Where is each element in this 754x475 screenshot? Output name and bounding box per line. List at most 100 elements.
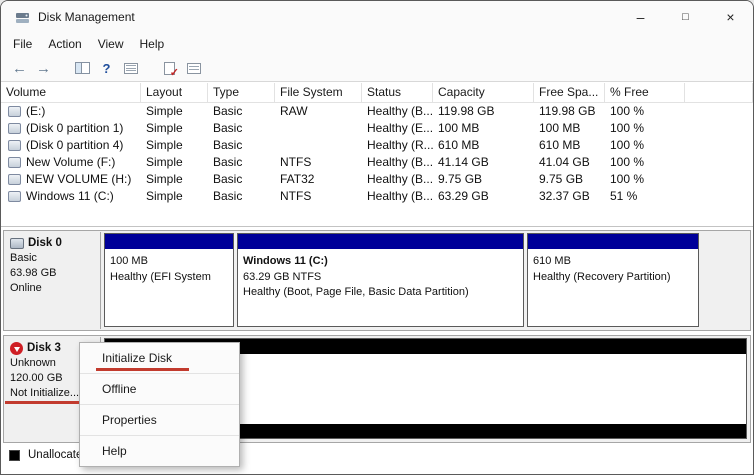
- cell-layout: Simple: [146, 121, 183, 135]
- cell-filler: [685, 171, 753, 188]
- volume-row[interactable]: NEW VOLUME (H:) Simple Basic FAT32 Healt…: [1, 171, 753, 188]
- cell-file-system: RAW: [280, 104, 308, 118]
- volume-row[interactable]: (E:) Simple Basic RAW Healthy (B... 119.…: [1, 103, 753, 120]
- disk3-name: Disk 3: [27, 342, 61, 354]
- column-header-pct-free[interactable]: % Free: [605, 83, 685, 102]
- unallocated-legend-swatch: [9, 449, 20, 461]
- menu-file[interactable]: File: [5, 35, 40, 53]
- cell-pct-free: 100 %: [610, 121, 645, 135]
- cell-layout: Simple: [146, 172, 183, 186]
- back-arrow-icon[interactable]: ←: [9, 58, 30, 79]
- partition-color-strip: [105, 234, 233, 249]
- cell-volume: (E:): [26, 104, 46, 118]
- volume-row[interactable]: (Disk 0 partition 4) Simple Basic Health…: [1, 137, 753, 154]
- volume-row[interactable]: Windows 11 (C:) Simple Basic NTFS Health…: [1, 188, 753, 205]
- window-title: Disk Management: [38, 10, 135, 24]
- menu-action[interactable]: Action: [40, 35, 89, 53]
- list-panel-glyph: [186, 62, 201, 74]
- cell-pct-free: 100 %: [610, 172, 645, 186]
- partition-size: 610 MB: [533, 255, 571, 267]
- cell-volume: (Disk 0 partition 4): [26, 138, 124, 152]
- volume-icon: [8, 123, 21, 134]
- cell-volume: New Volume (F:): [26, 155, 116, 169]
- cell-free-space: 32.37 GB: [539, 189, 590, 203]
- list-panel-icon[interactable]: [183, 58, 204, 79]
- context-item-offline[interactable]: Offline: [80, 374, 239, 404]
- cell-file-system: [275, 137, 362, 154]
- cell-filler: [685, 188, 753, 205]
- toolbar: ← → ? ✓: [1, 55, 753, 82]
- cell-layout: Simple: [146, 104, 183, 118]
- partition-status: Healthy (Recovery Partition): [533, 270, 671, 283]
- cell-type: Basic: [213, 104, 243, 118]
- close-button[interactable]: ×: [708, 1, 753, 33]
- export-list-icon[interactable]: [120, 58, 141, 79]
- disk0-graphic-row: Disk 0 Basic 63.98 GB Online 100 MB Heal…: [3, 230, 751, 331]
- help-icon[interactable]: ?: [96, 58, 117, 79]
- disk0-size: 63.98 GB: [10, 267, 57, 279]
- forward-arrow-icon[interactable]: →: [33, 58, 54, 79]
- context-item-help[interactable]: Help: [80, 436, 239, 466]
- partition-color-strip: [528, 234, 698, 249]
- column-header-file-system[interactable]: File System: [275, 83, 362, 102]
- cell-free-space: 41.04 GB: [539, 155, 590, 169]
- cell-status: Healthy (B...: [367, 104, 433, 118]
- partition-color-strip: [238, 234, 523, 249]
- doc-check-glyph: ✓: [164, 61, 179, 79]
- cell-capacity: 100 MB: [438, 121, 480, 135]
- cell-free-space: 610 MB: [539, 138, 581, 152]
- menu-help[interactable]: Help: [132, 35, 173, 53]
- console-tree-icon[interactable]: [72, 58, 93, 79]
- cell-filler: [685, 120, 753, 137]
- partition-size: 63.29 GB NTFS: [243, 270, 322, 283]
- volume-list-pane: Volume Layout Type File System Status Ca…: [1, 83, 753, 227]
- partition-size: 100 MB: [110, 255, 148, 267]
- window-controls: – □ ×: [618, 1, 753, 33]
- cell-type: Basic: [213, 155, 243, 169]
- volume-row[interactable]: New Volume (F:) Simple Basic NTFS Health…: [1, 154, 753, 171]
- cell-capacity: 119.98 GB: [438, 104, 495, 118]
- volume-icon: [8, 157, 21, 168]
- disk0-partitions: 100 MB Healthy (EFI System Windows 11 (C…: [104, 233, 747, 327]
- console-tree-glyph: [75, 62, 90, 74]
- column-header-layout[interactable]: Layout: [141, 83, 208, 102]
- context-item-properties[interactable]: Properties: [80, 405, 239, 435]
- context-menu: Initialize Disk Offline Properties Help: [79, 342, 240, 467]
- volume-icon: [8, 191, 21, 202]
- cell-status: Healthy (B...: [367, 189, 433, 203]
- disk0-kind: Basic: [10, 252, 37, 264]
- cell-layout: Simple: [146, 189, 183, 203]
- doc-check-icon[interactable]: ✓: [159, 58, 180, 79]
- column-header-status[interactable]: Status: [362, 83, 433, 102]
- disk0-header[interactable]: Disk 0 Basic 63.98 GB Online: [5, 232, 101, 329]
- app-icon[interactable]: [15, 10, 30, 25]
- column-header-type[interactable]: Type: [208, 83, 275, 102]
- annotation-underline-not-initialized: [5, 401, 79, 404]
- menu-view[interactable]: View: [90, 35, 132, 53]
- volume-icon: [8, 140, 21, 151]
- partition-efi[interactable]: 100 MB Healthy (EFI System: [104, 233, 234, 327]
- cell-status: Healthy (E...: [367, 121, 433, 135]
- cell-pct-free: 100 %: [610, 138, 645, 152]
- minimize-button[interactable]: –: [618, 1, 663, 33]
- cell-free-space: 100 MB: [539, 121, 581, 135]
- partition-recovery[interactable]: 610 MB Healthy (Recovery Partition): [527, 233, 699, 327]
- cell-capacity: 610 MB: [438, 138, 480, 152]
- volume-row[interactable]: (Disk 0 partition 1) Simple Basic Health…: [1, 120, 753, 137]
- maximize-button[interactable]: □: [663, 1, 708, 33]
- partition-windows-c[interactable]: Windows 11 (C:) 63.29 GB NTFS Healthy (B…: [237, 233, 524, 327]
- column-header-volume[interactable]: Volume: [1, 83, 141, 102]
- cell-pct-free: 100 %: [610, 155, 645, 169]
- disk-icon: [10, 238, 24, 249]
- disk0-status: Online: [10, 282, 42, 294]
- cell-status: Healthy (R...: [367, 138, 433, 152]
- menubar: File Action View Help: [1, 33, 753, 55]
- cell-status: Healthy (B...: [367, 172, 433, 186]
- disk-error-icon: [10, 342, 23, 355]
- column-header-capacity[interactable]: Capacity: [433, 83, 534, 102]
- column-header-free-space[interactable]: Free Spa...: [534, 83, 605, 102]
- cell-free-space: 9.75 GB: [539, 172, 584, 186]
- cell-file-system: [275, 120, 362, 137]
- titlebar: Disk Management – □ ×: [1, 1, 753, 33]
- cell-type: Basic: [213, 138, 243, 152]
